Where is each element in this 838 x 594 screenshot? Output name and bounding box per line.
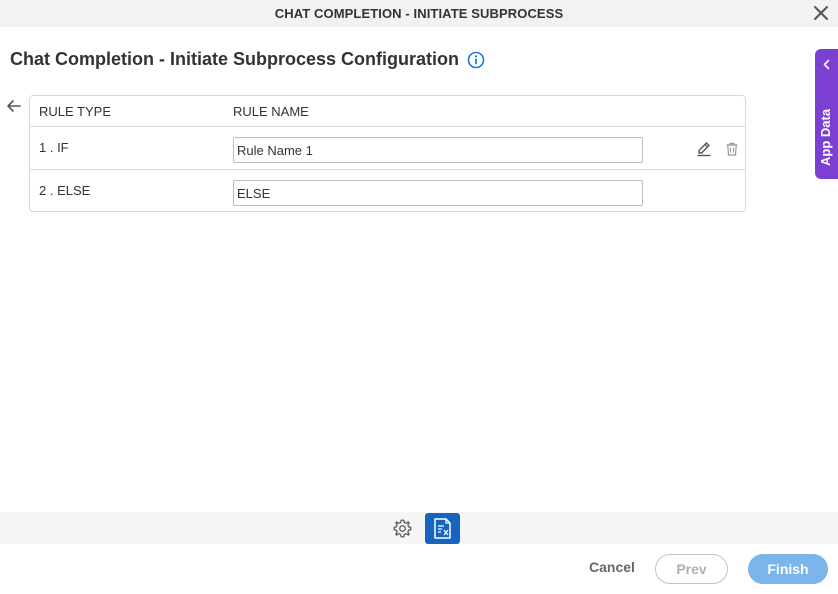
table-row: 1 . IF [30,127,745,169]
dialog-window: CHAT COMPLETION - INITIATE SUBPROCESS Ch… [0,0,838,594]
column-header-rule-name: RULE NAME [233,104,309,119]
edit-icon[interactable] [696,141,712,157]
settings-gear-icon[interactable] [392,518,413,539]
document-mapping-button[interactable] [425,513,460,544]
app-data-label: App Data [818,108,833,166]
column-header-rule-type: RULE TYPE [39,104,112,119]
rule-type: 2 . ELSE [39,183,91,198]
info-icon[interactable] [467,51,485,69]
app-data-panel-tab[interactable]: App Data [815,49,838,179]
dialog-titlebar: CHAT COMPLETION - INITIATE SUBPROCESS [0,0,838,27]
close-icon[interactable] [812,4,830,22]
page-heading: Chat Completion - Initiate Subprocess Co… [10,49,485,70]
rules-table: RULE TYPE RULE NAME 1 . IF 2 . ELSE [29,95,746,212]
chevron-left-icon [823,59,830,70]
rule-name-input[interactable] [233,137,643,163]
rules-table-header: RULE TYPE RULE NAME [30,96,745,127]
rule-type: 1 . IF [39,140,69,155]
dialog-footer: Cancel Prev Finish [0,544,838,594]
bottom-toolbar [0,512,838,544]
back-arrow-icon[interactable] [5,97,23,115]
cancel-button[interactable]: Cancel [580,559,644,579]
delete-icon[interactable] [724,141,740,157]
table-row: 2 . ELSE [30,169,745,211]
document-mapping-icon [434,518,451,539]
rule-name-input[interactable] [233,180,643,206]
prev-button[interactable]: Prev [655,554,728,584]
finish-button[interactable]: Finish [748,554,828,584]
page-title: Chat Completion - Initiate Subprocess Co… [10,49,460,69]
dialog-title: CHAT COMPLETION - INITIATE SUBPROCESS [274,6,564,21]
